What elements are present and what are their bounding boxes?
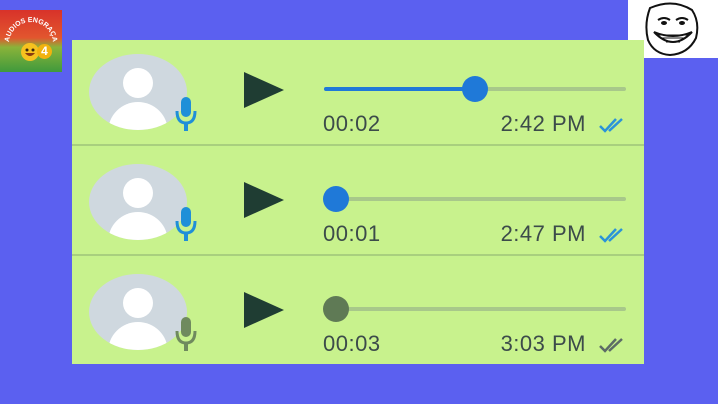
double-check-icon (599, 118, 623, 133)
playback-slider[interactable] (324, 76, 626, 102)
mic-icon (175, 317, 197, 351)
playback-knob[interactable] (323, 186, 349, 212)
playback-slider[interactable] (323, 296, 626, 322)
mic-icon (175, 207, 197, 241)
voice-message[interactable]: 00:02 2:42 PM (72, 40, 644, 146)
timestamp-label: 2:47 PM (500, 221, 586, 246)
voice-message-list: 00:02 2:42 PM 00:01 2:47 PM 00:03 3:03 P… (72, 40, 644, 364)
timestamp-label: 3:03 PM (500, 331, 586, 356)
avatar (89, 274, 187, 350)
channel-logo: AUDIOS ENGRAÇADOS 4 (0, 10, 62, 72)
playback-knob[interactable] (462, 76, 488, 102)
double-check-icon (599, 338, 623, 353)
duration-label: 00:02 (323, 111, 381, 136)
playback-slider[interactable] (323, 186, 626, 212)
avatar (89, 164, 187, 240)
playback-knob[interactable] (323, 296, 349, 322)
double-check-icon (599, 228, 623, 243)
duration-label: 00:01 (323, 221, 381, 246)
logo-text: AUDIOS ENGRAÇADOS (3, 14, 58, 42)
voice-message[interactable]: 00:03 3:03 PM (72, 260, 644, 364)
play-button[interactable] (242, 70, 286, 110)
mic-icon (175, 97, 197, 131)
logo-number: 4 (37, 44, 52, 59)
avatar (89, 54, 187, 130)
voice-message[interactable]: 00:01 2:47 PM (72, 150, 644, 256)
duration-label: 00:03 (323, 331, 381, 356)
play-button[interactable] (242, 290, 286, 330)
play-button[interactable] (242, 180, 286, 220)
svg-text:AUDIOS ENGRAÇADOS: AUDIOS ENGRAÇADOS (3, 14, 58, 42)
timestamp-label: 2:42 PM (500, 111, 586, 136)
logo-ring-text: AUDIOS ENGRAÇADOS (3, 14, 58, 42)
playback-progress (324, 87, 475, 91)
